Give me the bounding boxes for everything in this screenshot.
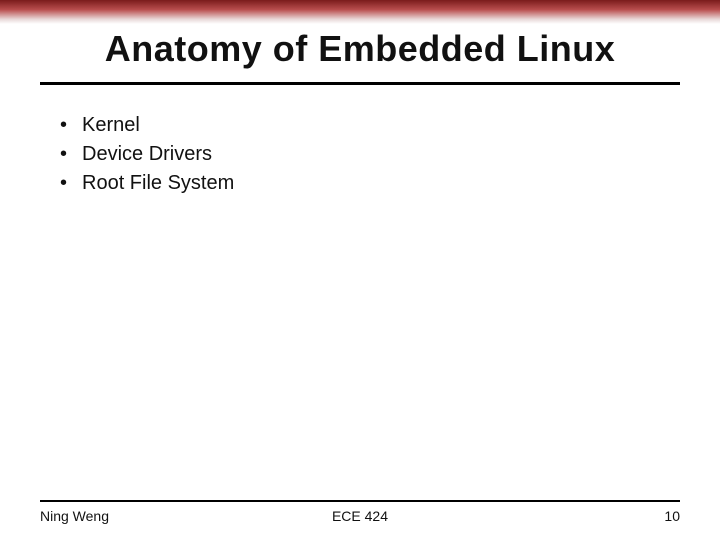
header-gradient — [0, 0, 720, 24]
footer-rule — [40, 500, 680, 502]
list-item: Root File System — [60, 169, 660, 198]
footer-author: Ning Weng — [40, 508, 253, 524]
footer-course: ECE 424 — [253, 508, 466, 524]
bullet-list: Kernel Device Drivers Root File System — [60, 111, 660, 198]
title-area: Anatomy of Embedded Linux — [0, 24, 720, 78]
slide-title: Anatomy of Embedded Linux — [40, 28, 680, 70]
slide-body: Kernel Device Drivers Root File System — [0, 85, 720, 198]
list-item: Kernel — [60, 111, 660, 140]
list-item: Device Drivers — [60, 140, 660, 169]
slide-footer: Ning Weng ECE 424 10 — [0, 500, 720, 524]
footer-page-number: 10 — [467, 508, 680, 524]
